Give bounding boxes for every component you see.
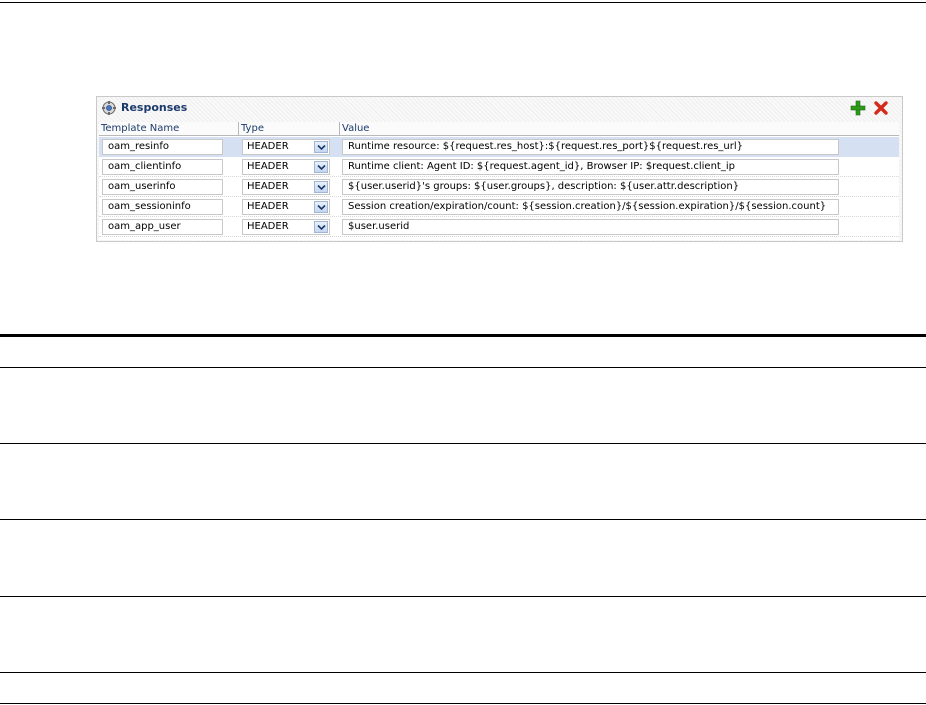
template-name-field[interactable]: oam_app_user xyxy=(102,219,223,235)
type-select[interactable]: HEADER xyxy=(242,199,330,215)
type-select-value: HEADER xyxy=(247,221,289,232)
table-rule xyxy=(0,596,926,597)
table-rule xyxy=(0,443,926,444)
table-row[interactable]: oam_sessioninfo HEADER Session creation/… xyxy=(99,197,899,217)
table-row[interactable]: oam_app_user HEADER $user.userid xyxy=(99,217,899,237)
table-rule xyxy=(0,367,926,368)
table-rule xyxy=(0,703,926,704)
template-name-field[interactable]: oam_resinfo xyxy=(102,139,223,155)
value-field[interactable]: Session creation/expiration/count: ${ses… xyxy=(342,199,839,215)
table-row[interactable]: oam_userinfo HEADER ${user.userid}'s gro… xyxy=(99,177,899,197)
value-field[interactable]: ${user.userid}'s groups: ${user.groups},… xyxy=(342,179,839,195)
delete-x-icon[interactable] xyxy=(873,100,889,116)
column-header-type[interactable]: Type xyxy=(239,122,340,136)
chevron-down-icon[interactable] xyxy=(314,141,328,153)
table-row[interactable]: oam_clientinfo HEADER Runtime client: Ag… xyxy=(99,157,899,177)
panel-title: Responses xyxy=(121,101,188,114)
chevron-down-icon[interactable] xyxy=(314,161,328,173)
add-plus-icon[interactable] xyxy=(850,100,866,116)
panel-header: Responses xyxy=(97,97,902,119)
table-rule xyxy=(0,672,926,673)
type-select-value: HEADER xyxy=(247,141,289,152)
type-select-value: HEADER xyxy=(247,161,289,172)
responses-table: Template Name Type Value oam_resinfo HEA… xyxy=(99,122,899,240)
type-select-value: HEADER xyxy=(247,201,289,212)
value-field[interactable]: $user.userid xyxy=(342,219,839,235)
value-field[interactable]: Runtime resource: ${request.res_host}:${… xyxy=(342,139,839,155)
table-rule xyxy=(0,519,926,520)
chevron-down-icon[interactable] xyxy=(314,181,328,193)
template-name-field[interactable]: oam_userinfo xyxy=(102,179,223,195)
column-header-template-name[interactable]: Template Name xyxy=(99,122,239,136)
type-select-value: HEADER xyxy=(247,181,289,192)
section-rule xyxy=(0,334,926,337)
template-name-field[interactable]: oam_sessioninfo xyxy=(102,199,223,215)
responses-panel: Responses Template Name Type Value oam_r… xyxy=(96,96,903,242)
type-select[interactable]: HEADER xyxy=(242,219,330,235)
type-select[interactable]: HEADER xyxy=(242,139,330,155)
chevron-down-icon[interactable] xyxy=(314,201,328,213)
gear-globe-icon xyxy=(102,101,116,115)
table-row[interactable]: oam_resinfo HEADER Runtime resource: ${r… xyxy=(99,137,899,157)
value-field[interactable]: Runtime client: Agent ID: ${request.agen… xyxy=(342,159,839,175)
top-rule xyxy=(0,2,926,3)
chevron-down-icon[interactable] xyxy=(314,221,328,233)
type-select[interactable]: HEADER xyxy=(242,179,330,195)
type-select[interactable]: HEADER xyxy=(242,159,330,175)
template-name-field[interactable]: oam_clientinfo xyxy=(102,159,223,175)
column-header-value[interactable]: Value xyxy=(340,122,899,136)
